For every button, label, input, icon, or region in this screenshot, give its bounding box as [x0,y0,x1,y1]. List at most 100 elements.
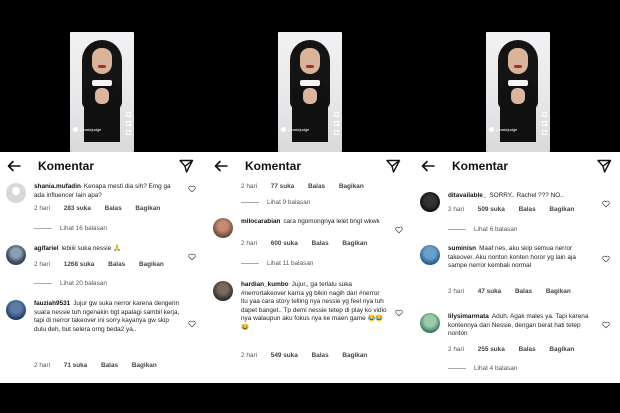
like-count[interactable]: 600 suka [271,240,298,247]
avatar[interactable] [6,183,26,203]
comments-title: Komentar [38,159,95,173]
comment-username[interactable]: agifariel [34,245,59,252]
send-icon[interactable] [178,158,194,174]
avatar[interactable] [6,300,26,320]
avatar[interactable] [420,192,440,212]
video-username: nessiejudge [73,127,101,132]
comment-time: 2 hari [448,288,464,295]
back-arrow-icon[interactable] [420,158,436,174]
like-count[interactable]: 71 suka [64,362,87,369]
comment-time: 2 hari [34,205,50,212]
avatar[interactable] [6,245,26,265]
reply-button[interactable]: Balas [312,352,329,359]
video-action-icons[interactable] [126,112,131,135]
comment-text: Jujur,, ga terlalu suka #nerrortakeover … [241,281,387,331]
like-count[interactable]: 549 suka [271,352,298,359]
comment-time: 2 hari [34,261,50,268]
comment-text: cara ngomongnya lelet bngt wkwk [283,218,380,225]
reply-button[interactable]: Balas [519,206,536,213]
heart-icon[interactable] [188,185,196,193]
share-button[interactable]: Bagikan [549,346,574,353]
heart-icon[interactable] [602,200,610,208]
heart-icon[interactable] [188,253,196,261]
reply-button[interactable]: Balas [519,346,536,353]
comment-meta: 2 hari 509 suka Balas Bagikan [448,206,586,213]
avatar[interactable] [420,245,440,265]
comment-meta: 2 hari 47 suka Balas Bagikan [448,288,583,295]
view-replies[interactable]: Lihat 4 balasan [448,365,517,372]
heart-icon[interactable] [395,226,403,234]
avatar[interactable] [420,313,440,333]
comment-text: SORRY.. Rachel ??? NO.. [489,192,564,199]
share-button[interactable]: Bagikan [342,240,367,247]
heart-icon[interactable] [395,309,403,317]
comment-meta: 2 hari 77 suka Balas Bagikan [241,183,376,190]
avatar[interactable] [213,218,233,238]
comment-meta: 2 hari 549 suka Balas Bagikan [241,352,379,359]
view-replies[interactable]: Lihat 11 balasan [241,260,313,267]
send-icon[interactable] [596,158,612,174]
comments-header: Komentar [0,155,202,177]
comment-time: 2 hari [241,183,257,190]
comment-meta: 2 hari 283 suka Balas Bagikan [34,205,172,212]
screenshot-panel-2: nessiejudge Komentar 2 hari 77 suka Bala… [207,0,409,413]
back-arrow-icon[interactable] [213,158,229,174]
share-button[interactable]: Bagikan [549,206,574,213]
comment-username[interactable]: fauziah9531 [34,300,70,307]
reply-button[interactable]: Balas [515,288,532,295]
video-thumbnail[interactable]: nessiejudge [70,32,134,152]
reply-button[interactable]: Balas [105,205,122,212]
comment-meta: 2 hari 600 suka Balas Bagikan [241,240,379,247]
like-count[interactable]: 509 suka [478,206,505,213]
back-arrow-icon[interactable] [6,158,22,174]
like-count[interactable]: 283 suka [64,205,91,212]
heart-icon[interactable] [188,320,196,328]
share-button[interactable]: Bagikan [546,288,571,295]
video-action-icons[interactable] [542,112,547,135]
like-count[interactable]: 47 suka [478,288,501,295]
comments-header: Komentar [414,155,620,177]
comment-username[interactable]: ditavailable_ [448,192,486,199]
comment-time: 2 hari [241,240,257,247]
comments-title: Komentar [452,159,509,173]
comment-username[interactable]: suminisn [448,245,476,252]
video-thumbnail[interactable]: nessiejudge [278,32,342,152]
comment-meta: 2 hari 255 suka Balas Bagikan [448,346,586,353]
share-button[interactable]: Bagikan [339,183,364,190]
heart-icon[interactable] [602,255,610,263]
comment-meta: 2 hari 71 suka Balas Bagikan [34,362,169,369]
screenshot-panel-1: nessiejudge Komentar shania.mufadin Kenap… [0,0,202,413]
video-username: nessiejudge [489,127,517,132]
comment-time: 2 hari [448,206,464,213]
comment-username[interactable]: milocarabian [241,218,280,225]
comment-time: 2 hari [241,352,257,359]
video-username: nessiejudge [281,127,309,132]
reply-button[interactable]: Balas [308,183,325,190]
reply-button[interactable]: Balas [312,240,329,247]
share-button[interactable]: Bagikan [342,352,367,359]
view-replies[interactable]: Lihat 20 balasan [34,280,107,287]
comment-text: lebiiii suka nessie 🙏 [61,245,121,252]
like-count[interactable]: 1268 suka [64,261,95,268]
send-icon[interactable] [385,158,401,174]
comment-username[interactable]: shania.mufadin [34,183,81,190]
screenshot-panel-3: nessiejudge Komentar ditavailable_ SORRY.… [414,0,620,413]
video-action-icons[interactable] [334,112,339,135]
avatar[interactable] [213,281,233,301]
like-count[interactable]: 77 suka [271,183,294,190]
comments-header: Komentar [207,155,409,177]
share-button[interactable]: Bagikan [139,261,164,268]
view-replies[interactable]: Lihat 16 balasan [34,225,107,232]
heart-icon[interactable] [602,321,610,329]
comment-username[interactable]: hardian_kumbo [241,281,289,288]
comments-title: Komentar [245,159,302,173]
share-button[interactable]: Bagikan [132,362,157,369]
video-thumbnail[interactable]: nessiejudge [486,32,550,152]
reply-button[interactable]: Balas [108,261,125,268]
view-replies[interactable]: Lihat 9 balasan [241,199,310,206]
share-button[interactable]: Bagikan [135,205,160,212]
view-replies[interactable]: Lihat 6 balasan [448,226,517,233]
comment-username[interactable]: lilysimarmata [448,313,489,320]
reply-button[interactable]: Balas [101,362,118,369]
like-count[interactable]: 255 suka [478,346,505,353]
